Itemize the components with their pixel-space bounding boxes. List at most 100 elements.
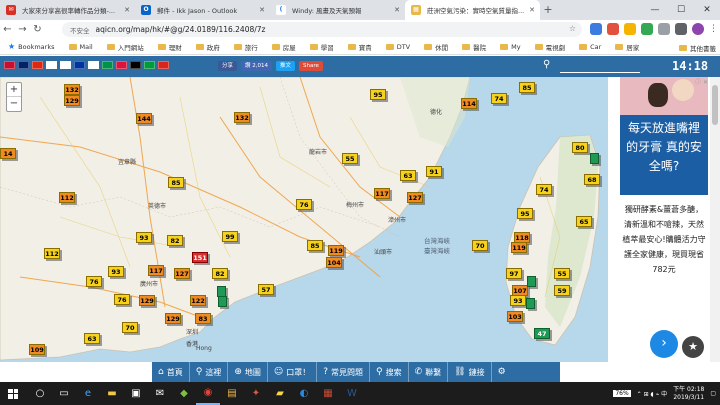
flag-icon[interactable] (130, 61, 141, 69)
menu-kebab-icon[interactable]: ⋮ (709, 23, 720, 35)
close-icon[interactable]: ✕ (259, 5, 265, 15)
windows-start-icon[interactable] (8, 388, 18, 399)
tab[interactable]: O 郵件 - Ikk Jason - Outlook ✕ (135, 0, 270, 20)
tab[interactable]: ✉ 大家來分享高很率轉作品分類-... ✕ (0, 0, 135, 20)
store-icon[interactable]: ▣ (124, 382, 148, 405)
aqi-marker[interactable]: 63 (84, 333, 100, 344)
flag-icon[interactable] (46, 61, 57, 69)
aqi-marker[interactable]: 129 (139, 295, 155, 306)
word-icon[interactable]: W (340, 382, 364, 405)
aqi-marker[interactable]: 59 (554, 285, 570, 296)
close-icon[interactable]: ✕ (124, 5, 130, 15)
task-view-icon[interactable]: ▭ (52, 382, 76, 405)
aqi-marker[interactable]: 132 (234, 112, 250, 123)
aqi-marker[interactable]: 74 (491, 93, 507, 104)
close-icon[interactable]: ✕ (529, 5, 535, 15)
nav-item-home[interactable]: ⌂ 首頁 (152, 362, 190, 382)
extension-icon[interactable] (624, 23, 636, 35)
search-icon[interactable]: ⚲ (543, 59, 550, 70)
flag-icon[interactable] (88, 61, 99, 69)
flag-icon[interactable] (4, 61, 15, 69)
bookmark-item[interactable]: 學習 (309, 42, 334, 52)
tray-icons[interactable]: ⌃ ⊞ ◖ ⌁ 中 (637, 389, 667, 398)
bookmark-item[interactable]: 醫院 (462, 42, 486, 52)
bookmark-item[interactable]: DTV (385, 43, 410, 51)
aqi-marker[interactable]: 93 (136, 232, 152, 243)
aqi-map[interactable]: + − 宜章縣 梅州市 汕頭市 廣州市 深圳 香港 Hong 漳州市 龍岩市 德化 台灣海峽 臺灣海峽… (0, 77, 608, 362)
edge-icon[interactable]: e (76, 382, 100, 405)
maximize-icon[interactable]: ☐ (668, 0, 694, 20)
aqi-marker[interactable]: 47 (534, 328, 550, 339)
facebook-like-button[interactable]: 讚 2,014 (241, 61, 273, 71)
nav-item-link[interactable]: ⛓ 鏈接 (448, 362, 492, 382)
aqi-marker[interactable]: 93 (510, 295, 526, 306)
new-tab-button[interactable]: + (540, 0, 556, 20)
flag-icon[interactable] (18, 61, 29, 69)
facebook-share-button[interactable]: 分享 (218, 61, 238, 71)
zoom-out-button[interactable]: − (7, 97, 21, 111)
advertisement-panel[interactable]: ⓘ ✕ 每天放進嘴裡的牙膏 真的安全嗎? 獨研酵素&薑蒼多醣，清新溫和不嗆辣，天… (620, 77, 708, 362)
aqi-marker[interactable]: 70 (122, 322, 138, 333)
aqi-marker[interactable]: 99 (222, 231, 238, 242)
bookmark-item[interactable]: 入門網站 (106, 42, 144, 52)
clock-date[interactable]: 下午 02:18 2019/3/11 (673, 386, 704, 402)
aqi-marker[interactable]: 83 (195, 313, 211, 324)
aqi-marker[interactable]: 117 (148, 265, 164, 276)
flag-icon[interactable] (102, 61, 113, 69)
app-icon[interactable]: ▦ (316, 382, 340, 405)
aqi-marker[interactable]: 95 (517, 208, 533, 219)
search-icon[interactable]: ○ (28, 382, 52, 405)
chrome-icon[interactable]: ◉ (196, 382, 220, 405)
minimize-icon[interactable]: — (642, 0, 668, 20)
url-text[interactable]: aqicn.org/map/hk/#@g/24.0189/116.2408/7z (96, 25, 266, 34)
aqi-marker[interactable]: 55 (342, 153, 358, 164)
aqi-marker[interactable] (590, 153, 599, 164)
nav-item-globe[interactable]: ⊕ 地圖 (228, 362, 268, 382)
aqi-marker[interactable]: 65 (576, 216, 592, 227)
aqi-marker[interactable]: 109 (29, 344, 45, 355)
app-icon[interactable]: ◐ (292, 382, 316, 405)
flag-icon[interactable] (60, 61, 71, 69)
ad-chevron-right-icon[interactable]: › (650, 330, 678, 358)
aqi-marker[interactable] (218, 296, 227, 307)
aqi-marker[interactable]: 80 (572, 142, 588, 153)
bookmark-item[interactable]: Car (579, 43, 601, 51)
tab[interactable]: (Windy: 風畫及天氣預報 ✕ (270, 0, 405, 20)
flag-icon[interactable] (32, 61, 43, 69)
nav-item-question[interactable]: ? 常見問題 (317, 362, 371, 382)
aqi-marker[interactable]: 129 (64, 95, 80, 106)
nav-item-settings[interactable]: ⚙ (492, 362, 515, 382)
profile-avatar[interactable] (692, 23, 704, 35)
mail-icon[interactable]: ✉ (148, 382, 172, 405)
flag-icon[interactable] (144, 61, 155, 69)
flag-icon[interactable] (158, 61, 169, 69)
aqi-marker[interactable]: 76 (114, 294, 130, 305)
aqi-marker[interactable]: 14 (0, 148, 16, 159)
aqi-marker[interactable]: 144 (136, 113, 152, 124)
aqi-marker[interactable]: 119 (511, 242, 527, 253)
share-button[interactable]: Share (299, 61, 323, 71)
flag-icon[interactable] (74, 61, 85, 69)
extension-icon[interactable] (590, 23, 602, 35)
aqi-marker[interactable]: 85 (519, 82, 535, 93)
nav-item-mask[interactable]: ☺ 口罩！ (268, 362, 318, 382)
app-icon[interactable]: ▤ (220, 382, 244, 405)
ad-info-icon[interactable]: ⓘ ✕ (695, 77, 708, 86)
aqi-marker[interactable]: 55 (554, 268, 570, 279)
aqi-marker[interactable]: 91 (426, 166, 442, 177)
aqi-marker[interactable]: 57 (258, 284, 274, 295)
extension-icon[interactable] (675, 23, 687, 35)
bookmark-item[interactable]: 理財 (157, 42, 182, 52)
forward-icon[interactable]: → (15, 24, 30, 35)
aqi-marker[interactable]: 70 (472, 240, 488, 251)
aqi-marker[interactable]: 151 (192, 252, 208, 263)
ad-headline[interactable]: 每天放進嘴裡的牙膏 真的安全嗎? (620, 115, 708, 195)
app-icon[interactable]: ◆ (172, 382, 196, 405)
aqi-marker[interactable]: 103 (507, 311, 523, 322)
bookmark-item[interactable]: 政府 (195, 42, 220, 52)
aqi-marker[interactable]: 97 (506, 268, 522, 279)
bookmark-item[interactable]: ★ Bookmarks (0, 42, 55, 51)
reload-icon[interactable]: ↻ (30, 24, 45, 35)
bookmark-item[interactable]: 其他書籤 (679, 43, 716, 53)
security-label[interactable]: 不安全 (70, 25, 90, 35)
